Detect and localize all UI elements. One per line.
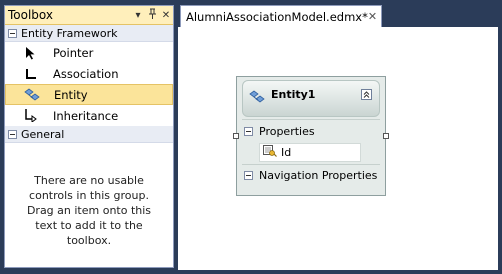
association-icon [23, 66, 39, 82]
collapse-icon[interactable] [8, 28, 17, 38]
tab-alumni-model[interactable]: AlumniAssociationModel.edmx* ✕ [180, 5, 382, 27]
section-label: Properties [259, 124, 315, 138]
group-label: General [21, 127, 65, 141]
toolbox-group-general[interactable]: General [5, 126, 173, 143]
toolbox-panel: Toolbox ▾ ✕ Entity Framework Pointer Ass… [4, 5, 174, 268]
section-navigation-properties[interactable]: Navigation Properties [242, 165, 380, 185]
tool-label: Entity [54, 87, 88, 102]
toolbox-title: Toolbox [8, 8, 53, 22]
entity-icon [24, 87, 40, 103]
entity-shape[interactable]: Entity1 Properties Id Navigation Propert… [236, 76, 386, 196]
tool-label: Inheritance [53, 108, 119, 123]
property-id[interactable]: Id [259, 143, 361, 162]
entity-icon [249, 90, 265, 107]
entity-header[interactable]: Entity1 [242, 80, 380, 117]
dropdown-arrow-icon[interactable]: ▾ [131, 10, 145, 21]
tool-inheritance[interactable]: Inheritance [5, 105, 173, 126]
tool-entity[interactable]: Entity [5, 84, 173, 105]
entity-name: Entity1 [271, 88, 316, 101]
toolbox-group-entity-framework[interactable]: Entity Framework [5, 25, 173, 42]
collapse-icon[interactable] [244, 170, 253, 180]
resize-handle-left[interactable] [233, 133, 239, 139]
key-icon [263, 144, 277, 161]
tool-pointer[interactable]: Pointer [5, 42, 173, 63]
toolbox-title-bar: Toolbox ▾ ✕ [5, 6, 173, 25]
close-icon[interactable]: ✕ [159, 10, 173, 21]
inheritance-icon [23, 108, 39, 124]
tool-label: Association [53, 66, 119, 81]
collapse-icon[interactable] [8, 129, 17, 139]
section-label: Navigation Properties [259, 168, 378, 182]
tool-label: Pointer [53, 45, 94, 60]
tool-association[interactable]: Association [5, 63, 173, 84]
collapse-icon[interactable] [244, 126, 253, 136]
section-properties[interactable]: Properties [242, 121, 380, 141]
group-label: Entity Framework [21, 26, 118, 40]
pin-icon[interactable] [145, 8, 159, 22]
property-name: Id [281, 146, 292, 159]
section-divider [242, 119, 380, 120]
empty-group-message[interactable]: There are no usable controls in this gro… [5, 143, 173, 248]
chevron-up-icon[interactable] [361, 89, 372, 100]
close-icon[interactable]: ✕ [368, 10, 377, 23]
tab-label: AlumniAssociationModel.edmx* [186, 9, 368, 24]
resize-handle-right[interactable] [383, 133, 389, 139]
pointer-icon [23, 45, 39, 61]
